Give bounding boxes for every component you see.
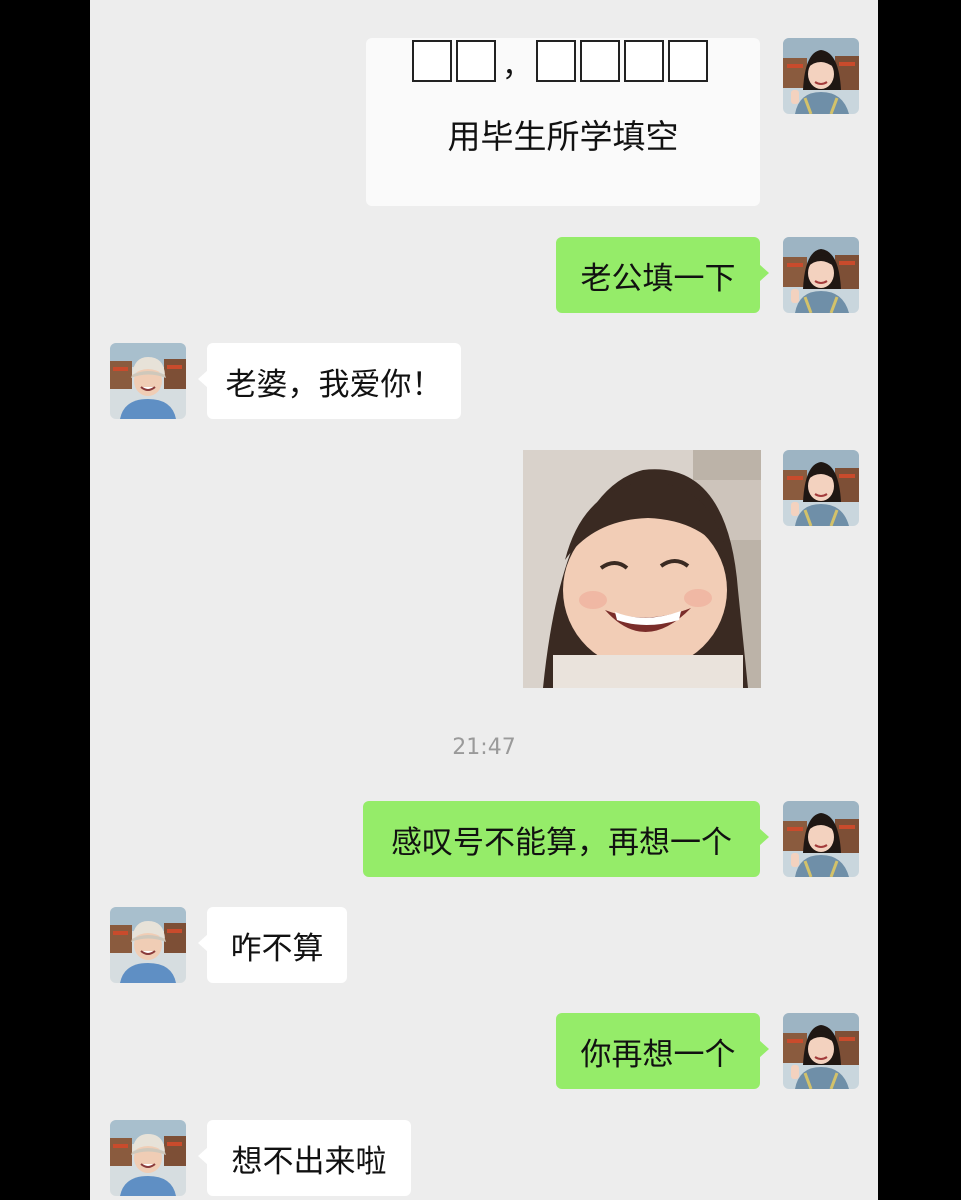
outgoing-message[interactable]: 你再想一个 bbox=[556, 1013, 769, 1089]
incoming-message[interactable]: 咋不算 bbox=[198, 907, 347, 983]
his-avatar[interactable] bbox=[110, 907, 186, 983]
her-avatar[interactable] bbox=[783, 801, 859, 877]
blank-box bbox=[456, 40, 496, 82]
his-avatar[interactable] bbox=[110, 1120, 186, 1196]
message-timestamp: 21:47 bbox=[452, 735, 516, 760]
incoming-message[interactable]: 老婆，我爱你！ bbox=[198, 343, 461, 419]
her-avatar[interactable] bbox=[783, 450, 859, 526]
blank-box bbox=[580, 40, 620, 82]
sticker-image bbox=[523, 450, 761, 688]
boy-with-cap-icon bbox=[110, 343, 186, 419]
blank-boxes: ， bbox=[412, 40, 712, 82]
incoming-message[interactable]: 想不出来啦 bbox=[198, 1120, 411, 1196]
her-avatar[interactable] bbox=[783, 38, 859, 114]
blank-box bbox=[668, 40, 708, 82]
girl-portrait-icon bbox=[783, 1013, 859, 1089]
boy-with-cap-icon bbox=[110, 907, 186, 983]
blank-box bbox=[624, 40, 664, 82]
outgoing-message[interactable]: 老公填一下 bbox=[556, 237, 769, 313]
girl-portrait-icon bbox=[783, 237, 859, 313]
boy-with-cap-icon bbox=[110, 1120, 186, 1196]
blank-box bbox=[536, 40, 576, 82]
her-avatar[interactable] bbox=[783, 1013, 859, 1089]
blank-box bbox=[412, 40, 452, 82]
outgoing-message[interactable]: 感叹号不能算，再想一个 bbox=[363, 801, 769, 877]
girl-portrait-icon bbox=[783, 450, 859, 526]
girl-portrait-icon bbox=[783, 801, 859, 877]
quiz-message-bubble[interactable]: ， 用毕生所学填空 bbox=[366, 38, 760, 206]
girl-portrait-icon bbox=[783, 38, 859, 114]
laughing-child-photo[interactable] bbox=[523, 450, 761, 688]
quiz-instruction: 用毕生所学填空 bbox=[447, 117, 679, 156]
blank-comma: ， bbox=[502, 49, 532, 84]
his-avatar[interactable] bbox=[110, 343, 186, 419]
her-avatar[interactable] bbox=[783, 237, 859, 313]
chat-area: ， 用毕生所学填空 老公填一下 老婆，我爱你！ 21:47 感叹号不能算，再想一… bbox=[90, 0, 878, 1200]
